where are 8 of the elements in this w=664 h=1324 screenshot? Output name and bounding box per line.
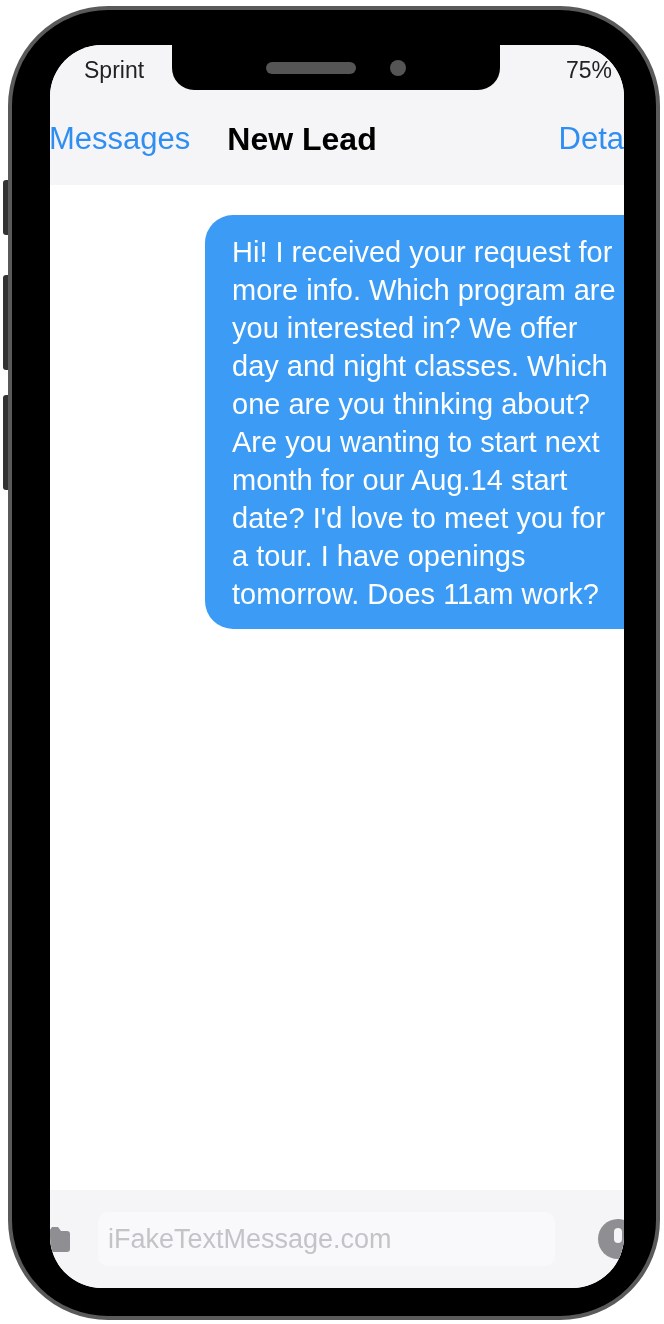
carrier-label: Sprint: [84, 55, 145, 85]
conversation-title: New Lead: [227, 120, 377, 159]
back-link[interactable]: Messages: [50, 115, 191, 163]
speaker-icon: [266, 61, 356, 74]
camera-lens-icon: [390, 59, 406, 76]
battery-label: 75%: [565, 55, 612, 85]
details-link[interactable]: Deta: [558, 115, 624, 163]
message-bubble: Hi! I received your request for more info. Which program are you interested in? We offer day and night classes. Which one are you thinking about? Are you wanting to start next month for our Aug.14 start date? I'd love to meet you for a tour. I have openings tomorrow. Does 11am work?: [205, 215, 624, 629]
